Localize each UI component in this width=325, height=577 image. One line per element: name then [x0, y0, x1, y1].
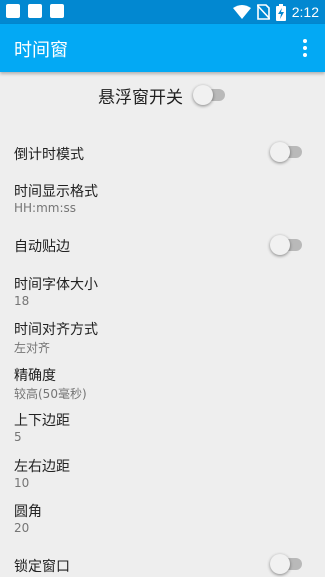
setting-vertical-margin[interactable]: 上下边距 5 [0, 407, 325, 449]
setting-horizontal-margin[interactable]: 左右边距 10 [0, 453, 325, 495]
setting-title: 时间显示格式 [14, 184, 98, 200]
battery-charging-icon [275, 3, 286, 21]
countdown-mode-switch[interactable] [270, 142, 304, 162]
floating-window-switch[interactable] [193, 85, 227, 105]
wifi-icon [232, 5, 251, 19]
setting-title: 时间字体大小 [14, 277, 98, 293]
setting-summary: 18 [14, 294, 30, 308]
setting-font-size[interactable]: 时间字体大小 18 [0, 271, 325, 313]
notification-square-icon [50, 4, 64, 18]
notification-square-icon [28, 4, 42, 18]
switch-thumb [270, 142, 290, 162]
setting-summary: 较高(50毫秒) [14, 387, 87, 401]
setting-lock-window[interactable]: 锁定窗口 [0, 552, 325, 577]
status-time: 2:12 [291, 4, 319, 20]
setting-time-format[interactable]: 时间显示格式 HH:mm:ss [0, 178, 325, 220]
lock-window-switch[interactable] [270, 554, 304, 574]
setting-summary: 10 [14, 476, 30, 490]
setting-auto-snap[interactable]: 自动贴边 [0, 232, 325, 258]
setting-title: 自动贴边 [14, 239, 70, 255]
setting-precision[interactable]: 精确度 较高(50毫秒) [0, 362, 325, 404]
setting-title: 圆角 [14, 504, 42, 520]
setting-corner-radius[interactable]: 圆角 20 [0, 498, 325, 540]
switch-thumb [270, 235, 290, 255]
setting-summary: 左对齐 [14, 341, 51, 355]
switch-thumb [193, 85, 213, 105]
app-bar: 时间窗 [0, 24, 325, 72]
setting-summary: 5 [14, 430, 22, 444]
setting-title: 时间对齐方式 [14, 322, 98, 338]
setting-summary: HH:mm:ss [14, 201, 77, 215]
setting-title: 上下边距 [14, 413, 70, 429]
setting-title: 左右边距 [14, 459, 70, 475]
notification-square-icon [6, 4, 20, 18]
floating-window-switch-row[interactable]: 悬浮窗开关 [0, 80, 325, 110]
setting-countdown-mode[interactable]: 倒计时模式 [0, 140, 325, 166]
status-bar: 2:12 [0, 0, 325, 24]
setting-summary: 20 [14, 521, 30, 535]
more-vert-icon[interactable] [295, 36, 315, 60]
setting-title: 精确度 [14, 368, 56, 384]
floating-window-switch-label: 悬浮窗开关 [98, 87, 183, 108]
setting-title: 锁定窗口 [14, 559, 70, 575]
no-sim-icon [256, 4, 270, 20]
app-title: 时间窗 [14, 40, 68, 61]
setting-title: 倒计时模式 [14, 147, 84, 163]
auto-snap-switch[interactable] [270, 235, 304, 255]
switch-thumb [270, 554, 290, 574]
setting-alignment[interactable]: 时间对齐方式 左对齐 [0, 316, 325, 358]
